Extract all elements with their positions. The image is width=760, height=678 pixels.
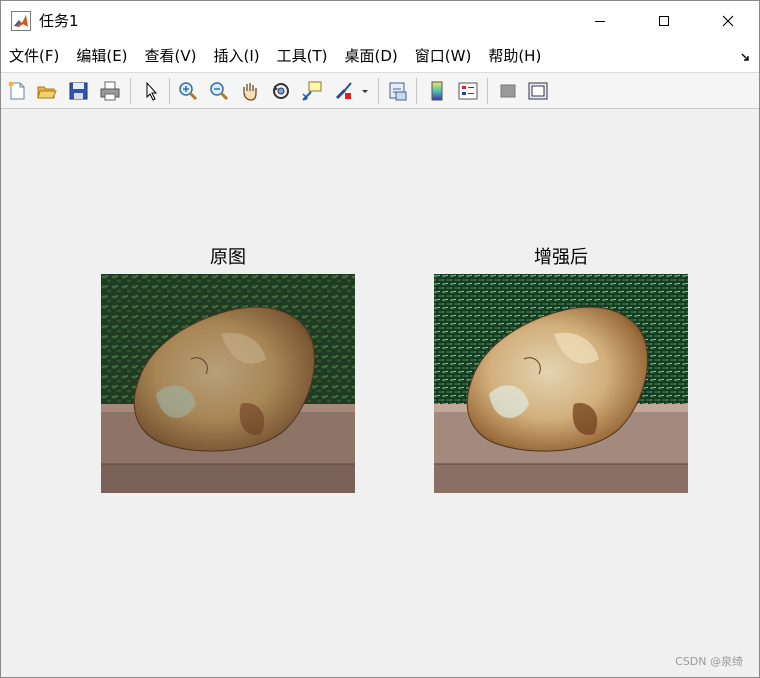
- dock-arrow-icon[interactable]: [741, 51, 751, 65]
- right-axes-title: 增强后: [534, 247, 588, 268]
- menu-window[interactable]: 窗口(W): [406, 41, 472, 72]
- close-icon: [722, 15, 734, 27]
- minimize-button[interactable]: [577, 1, 623, 41]
- new-figure-icon[interactable]: [6, 80, 28, 102]
- maximize-button[interactable]: [641, 1, 687, 41]
- menu-edit[interactable]: 编辑(E): [67, 41, 127, 72]
- figure-toolbar: [1, 72, 759, 109]
- figure-window: 任务1 文件(F) 编辑(E) 查看(V) 插入(I) 工具(T) 桌面(D) …: [0, 0, 760, 678]
- watermark-text: CSDN @泉绮: [675, 655, 743, 668]
- maximize-icon: [659, 16, 669, 26]
- open-file-icon[interactable]: [36, 80, 58, 102]
- menu-bar: 文件(F) 编辑(E) 查看(V) 插入(I) 工具(T) 桌面(D) 窗口(W…: [1, 41, 759, 72]
- show-plot-tools-icon[interactable]: [527, 80, 549, 102]
- menu-insert[interactable]: 插入(I): [205, 41, 260, 72]
- close-button[interactable]: [705, 1, 751, 41]
- enhanced-image[interactable]: [434, 274, 688, 493]
- menu-view[interactable]: 查看(V): [136, 41, 197, 72]
- brush-icon[interactable]: [333, 80, 355, 102]
- menu-file[interactable]: 文件(F): [1, 41, 59, 72]
- legend-icon[interactable]: [457, 80, 479, 102]
- minimize-icon: [595, 21, 605, 22]
- rotate-3d-icon[interactable]: [270, 80, 292, 102]
- original-image[interactable]: [101, 274, 355, 493]
- dropdown-arrow-icon[interactable]: [360, 80, 370, 102]
- colorbar-icon[interactable]: [426, 80, 448, 102]
- left-axes-title: 原图: [210, 247, 246, 268]
- zoom-out-icon[interactable]: [208, 80, 230, 102]
- zoom-in-icon[interactable]: [177, 80, 199, 102]
- menu-desktop[interactable]: 桌面(D): [336, 41, 398, 72]
- pan-icon[interactable]: [239, 80, 261, 102]
- menu-tools[interactable]: 工具(T): [268, 41, 328, 72]
- print-icon[interactable]: [99, 80, 121, 102]
- hide-plot-tools-icon[interactable]: [497, 80, 519, 102]
- menu-help[interactable]: 帮助(H): [479, 41, 541, 72]
- matlab-logo-icon: [11, 11, 31, 31]
- title-bar[interactable]: 任务1: [1, 1, 759, 41]
- window-title: 任务1: [39, 12, 79, 30]
- save-icon[interactable]: [68, 80, 90, 102]
- data-cursor-icon[interactable]: [301, 80, 323, 102]
- pointer-icon[interactable]: [140, 80, 162, 102]
- link-plot-icon[interactable]: [387, 80, 409, 102]
